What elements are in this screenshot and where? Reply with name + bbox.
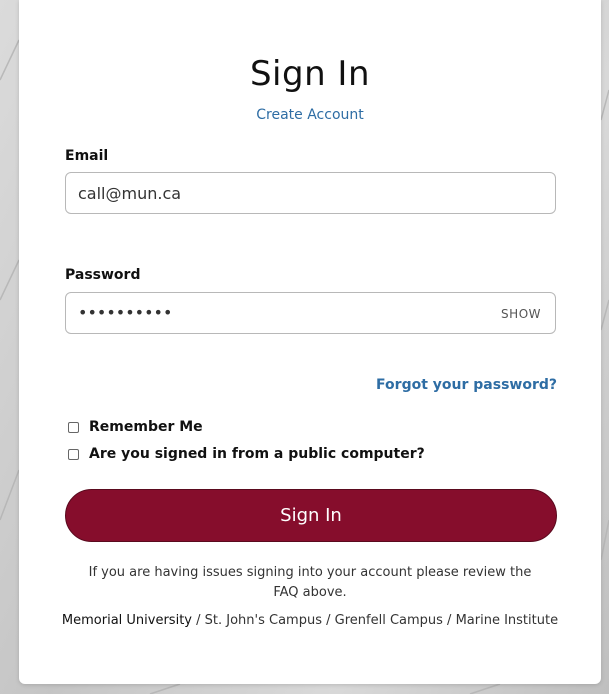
public-computer-label[interactable]: Are you signed in from a public computer… — [89, 446, 425, 462]
forgot-password-link[interactable]: Forgot your password? — [376, 377, 557, 393]
create-account-link[interactable]: Create Account — [19, 107, 601, 123]
password-masked-value: •••••••••• — [78, 303, 173, 322]
help-text-before: If you are having issues signing into yo… — [88, 565, 532, 580]
password-field[interactable]: •••••••••• SHOW — [65, 292, 556, 334]
footer-st-johns-campus-link[interactable]: St. John's Campus — [205, 613, 322, 628]
signin-card: Sign In Create Account Email call@mun.ca… — [19, 0, 601, 684]
remember-me-label[interactable]: Remember Me — [89, 419, 203, 435]
footer-separator: / — [191, 613, 205, 628]
help-text: If you are having issues signing into yo… — [75, 563, 545, 603]
footer-links: Memorial University / St. John's Campus … — [19, 613, 601, 628]
sign-in-button-label: Sign In — [280, 505, 342, 526]
footer-memorial-university-link[interactable]: Memorial University — [62, 613, 192, 628]
password-label: Password — [65, 267, 141, 283]
email-label: Email — [65, 148, 109, 164]
public-computer-row[interactable]: Are you signed in from a public computer… — [68, 446, 425, 462]
footer-grenfell-campus-link[interactable]: Grenfell Campus — [335, 613, 443, 628]
faq-link[interactable]: FAQ — [273, 585, 298, 600]
show-password-button[interactable]: SHOW — [501, 307, 541, 321]
email-field[interactable]: call@mun.ca — [65, 172, 556, 214]
footer-separator: / — [442, 613, 456, 628]
public-computer-checkbox[interactable] — [68, 448, 79, 460]
remember-me-row[interactable]: Remember Me — [68, 419, 203, 435]
email-value: call@mun.ca — [78, 184, 182, 203]
sign-in-button[interactable]: Sign In — [65, 489, 557, 542]
page-title: Sign In — [249, 54, 371, 94]
help-text-after: above. — [298, 585, 347, 600]
remember-me-checkbox[interactable] — [68, 421, 79, 433]
footer-separator: / — [321, 613, 335, 628]
footer-marine-institute-link[interactable]: Marine Institute — [456, 613, 559, 628]
